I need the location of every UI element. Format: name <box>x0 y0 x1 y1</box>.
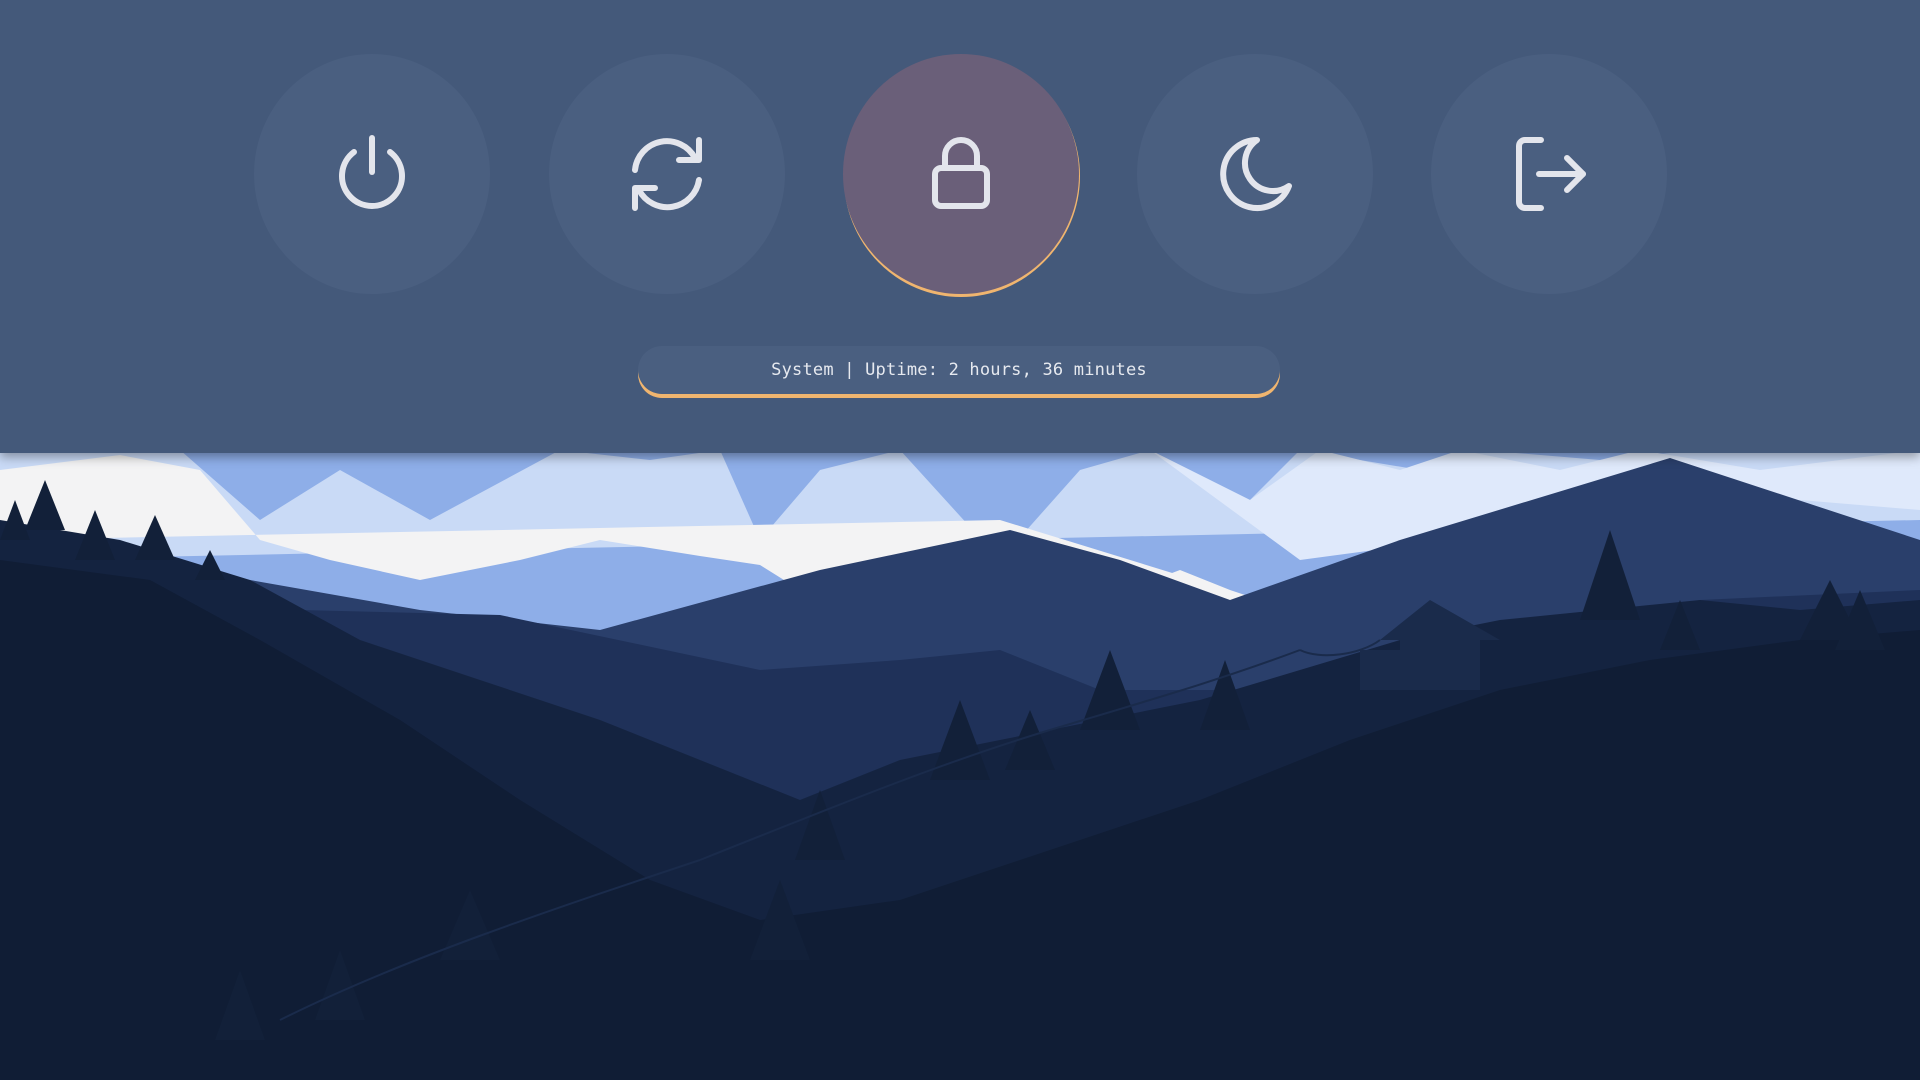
suspend-button[interactable] <box>1137 54 1373 294</box>
reboot-icon <box>632 137 702 211</box>
uptime-status-bar: System | Uptime: 2 hours, 36 minutes <box>638 346 1280 394</box>
power-menu-panel: System | Uptime: 2 hours, 36 minutes <box>0 0 1920 453</box>
shutdown-button[interactable] <box>254 54 490 294</box>
power-icon <box>339 135 405 209</box>
reboot-button[interactable] <box>549 54 785 294</box>
lock-button[interactable] <box>843 54 1079 294</box>
uptime-text: System | Uptime: 2 hours, 36 minutes <box>771 360 1147 380</box>
suspend-moon-icon <box>1220 137 1292 211</box>
logout-icon <box>1516 137 1586 211</box>
logout-button[interactable] <box>1431 54 1667 294</box>
lock-icon <box>932 137 990 209</box>
